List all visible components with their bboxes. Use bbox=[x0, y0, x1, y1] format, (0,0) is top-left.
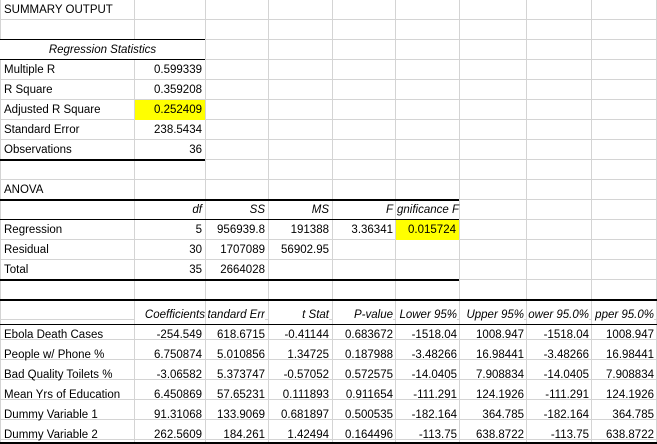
regstats-value[interactable]: 36 bbox=[135, 140, 202, 160]
anova-cell-ms[interactable]: 56902.95 bbox=[269, 240, 329, 260]
coef-cell[interactable]: -3.06582 bbox=[135, 365, 202, 385]
coef-cell[interactable]: 16.98441 bbox=[592, 345, 654, 365]
anova-header-ms[interactable]: MS bbox=[269, 200, 329, 220]
coef-cell[interactable]: -3.48266 bbox=[396, 345, 457, 365]
coef-cell[interactable]: 1008.947 bbox=[460, 325, 524, 345]
anova-cell-df[interactable]: 35 bbox=[135, 260, 202, 280]
coef-cell[interactable]: 0.911654 bbox=[333, 385, 393, 405]
coef-header-p-value[interactable]: P-value bbox=[333, 305, 393, 325]
coef-cell[interactable]: 7.908834 bbox=[460, 365, 524, 385]
coef-cell[interactable]: -14.0405 bbox=[396, 365, 457, 385]
anova-header-significance-f[interactable]: gnificance F bbox=[397, 200, 459, 220]
coef-cell[interactable]: -14.0405 bbox=[527, 365, 589, 385]
anova-row-label[interactable]: Residual bbox=[4, 240, 49, 260]
regstats-label[interactable]: Multiple R bbox=[4, 60, 55, 80]
coef-cell[interactable]: 0.683672 bbox=[333, 325, 393, 345]
anova-header-f[interactable]: F bbox=[333, 200, 393, 220]
anova-cell-df[interactable]: 5 bbox=[135, 220, 202, 240]
anova-bottom-rule bbox=[0, 279, 459, 281]
coef-header-t-stat[interactable]: t Stat bbox=[269, 305, 329, 325]
coef-cell[interactable]: -182.164 bbox=[396, 405, 457, 425]
coef-header-upper-95-0[interactable]: pper 95.0% bbox=[592, 305, 654, 325]
anova-cell-f[interactable]: 3.36341 bbox=[333, 220, 393, 240]
anova-header-ss[interactable]: SS bbox=[206, 200, 265, 220]
col-line-a bbox=[0, 0, 1, 444]
coef-cell[interactable]: -254.549 bbox=[135, 325, 202, 345]
coef-cell[interactable]: 6.750874 bbox=[135, 345, 202, 365]
regstats-label[interactable]: Standard Error bbox=[4, 120, 79, 140]
regstats-label[interactable]: R Square bbox=[4, 80, 53, 100]
anova-cell-ms[interactable]: 191388 bbox=[269, 220, 329, 240]
coef-header-coefficients[interactable]: Coefficients bbox=[135, 305, 205, 325]
coef-cell[interactable]: 124.1926 bbox=[592, 385, 654, 405]
coef-top-rule bbox=[0, 299, 657, 301]
coef-cell[interactable]: 1008.947 bbox=[592, 325, 654, 345]
anova-cell-ss[interactable]: 1707089 bbox=[206, 240, 265, 260]
anova-row-label[interactable]: Total bbox=[4, 260, 28, 280]
coef-cell[interactable]: 91.31068 bbox=[135, 405, 202, 425]
significance-f-text: 0.015724 bbox=[408, 224, 456, 236]
coef-cell[interactable]: 1.34725 bbox=[269, 345, 329, 365]
regstats-label[interactable]: Observations bbox=[4, 140, 72, 160]
coef-row-label[interactable]: Dummy Variable 1 bbox=[4, 405, 98, 425]
coef-cell[interactable]: 5.373747 bbox=[206, 365, 265, 385]
coef-cell[interactable]: 364.785 bbox=[592, 405, 654, 425]
anova-cell-df[interactable]: 30 bbox=[135, 240, 202, 260]
coef-cell[interactable]: -1518.04 bbox=[396, 325, 457, 345]
coef-cell[interactable]: 133.9069 bbox=[206, 405, 265, 425]
regstats-bottom-rule bbox=[0, 159, 205, 161]
coef-header-standard-error[interactable]: tandard Err bbox=[206, 305, 265, 325]
coef-cell[interactable]: 0.572575 bbox=[333, 365, 393, 385]
coef-cell[interactable]: 0.187988 bbox=[333, 345, 393, 365]
coef-cell[interactable]: 618.6715 bbox=[206, 325, 265, 345]
coef-row-label[interactable]: People w/ Phone % bbox=[4, 345, 104, 365]
coef-cell[interactable]: 364.785 bbox=[460, 405, 524, 425]
coef-row-label[interactable]: Ebola Death Cases bbox=[4, 325, 103, 345]
anova-cell-ss[interactable]: 956939.8 bbox=[206, 220, 265, 240]
significance-f-value[interactable]: 0.015724 bbox=[396, 220, 459, 240]
coef-header-lower-95[interactable]: Lower 95% bbox=[396, 305, 457, 325]
coef-row-label[interactable]: Mean Yrs of Education bbox=[4, 385, 120, 405]
anova-row-label[interactable]: Regression bbox=[4, 220, 62, 240]
coef-cell[interactable]: 0.500535 bbox=[333, 405, 393, 425]
coef-cell[interactable]: 5.010856 bbox=[206, 345, 265, 365]
spreadsheet-grid[interactable]: SUMMARY OUTPUT Regression Statistics Mul… bbox=[0, 0, 657, 444]
coef-cell[interactable]: 0.681897 bbox=[269, 405, 329, 425]
regstats-value[interactable]: 238.5434 bbox=[135, 120, 202, 140]
coef-cell[interactable]: 124.1926 bbox=[460, 385, 524, 405]
coef-cell[interactable]: -0.41144 bbox=[269, 325, 329, 345]
coef-cell[interactable]: -3.48266 bbox=[527, 345, 589, 365]
coef-cell[interactable]: 6.450869 bbox=[135, 385, 202, 405]
coef-header-upper-95[interactable]: Upper 95% bbox=[460, 305, 524, 325]
coef-cell[interactable]: 7.908834 bbox=[592, 365, 654, 385]
coef-cell[interactable]: 57.65231 bbox=[206, 385, 265, 405]
regstats-value[interactable]: 0.359208 bbox=[135, 80, 202, 100]
regstats-value-text: 0.252409 bbox=[154, 104, 202, 116]
coef-cell[interactable]: -111.291 bbox=[527, 385, 589, 405]
coef-cell[interactable]: -1518.04 bbox=[527, 325, 589, 345]
anova-header-df[interactable]: df bbox=[135, 200, 202, 220]
summary-title[interactable]: SUMMARY OUTPUT bbox=[4, 0, 113, 20]
anova-cell-ss[interactable]: 2664028 bbox=[206, 260, 265, 280]
coef-cell[interactable]: -0.57052 bbox=[269, 365, 329, 385]
coef-cell[interactable]: 16.98441 bbox=[460, 345, 524, 365]
regstats-header[interactable]: Regression Statistics bbox=[0, 40, 205, 60]
regstats-label[interactable]: Adjusted R Square bbox=[4, 100, 101, 120]
anova-title[interactable]: ANOVA bbox=[4, 180, 43, 200]
coef-cell[interactable]: -182.164 bbox=[527, 405, 589, 425]
coef-cell[interactable]: -111.291 bbox=[396, 385, 457, 405]
coef-header-lower-95-0[interactable]: ower 95.0% bbox=[527, 305, 589, 325]
regstats-value[interactable]: 0.599339 bbox=[135, 60, 202, 80]
coef-row-label[interactable]: Bad Quality Toilets % bbox=[4, 365, 112, 385]
coef-cell[interactable]: 0.111893 bbox=[269, 385, 329, 405]
adjusted-r-square-value[interactable]: 0.252409 bbox=[135, 100, 205, 120]
